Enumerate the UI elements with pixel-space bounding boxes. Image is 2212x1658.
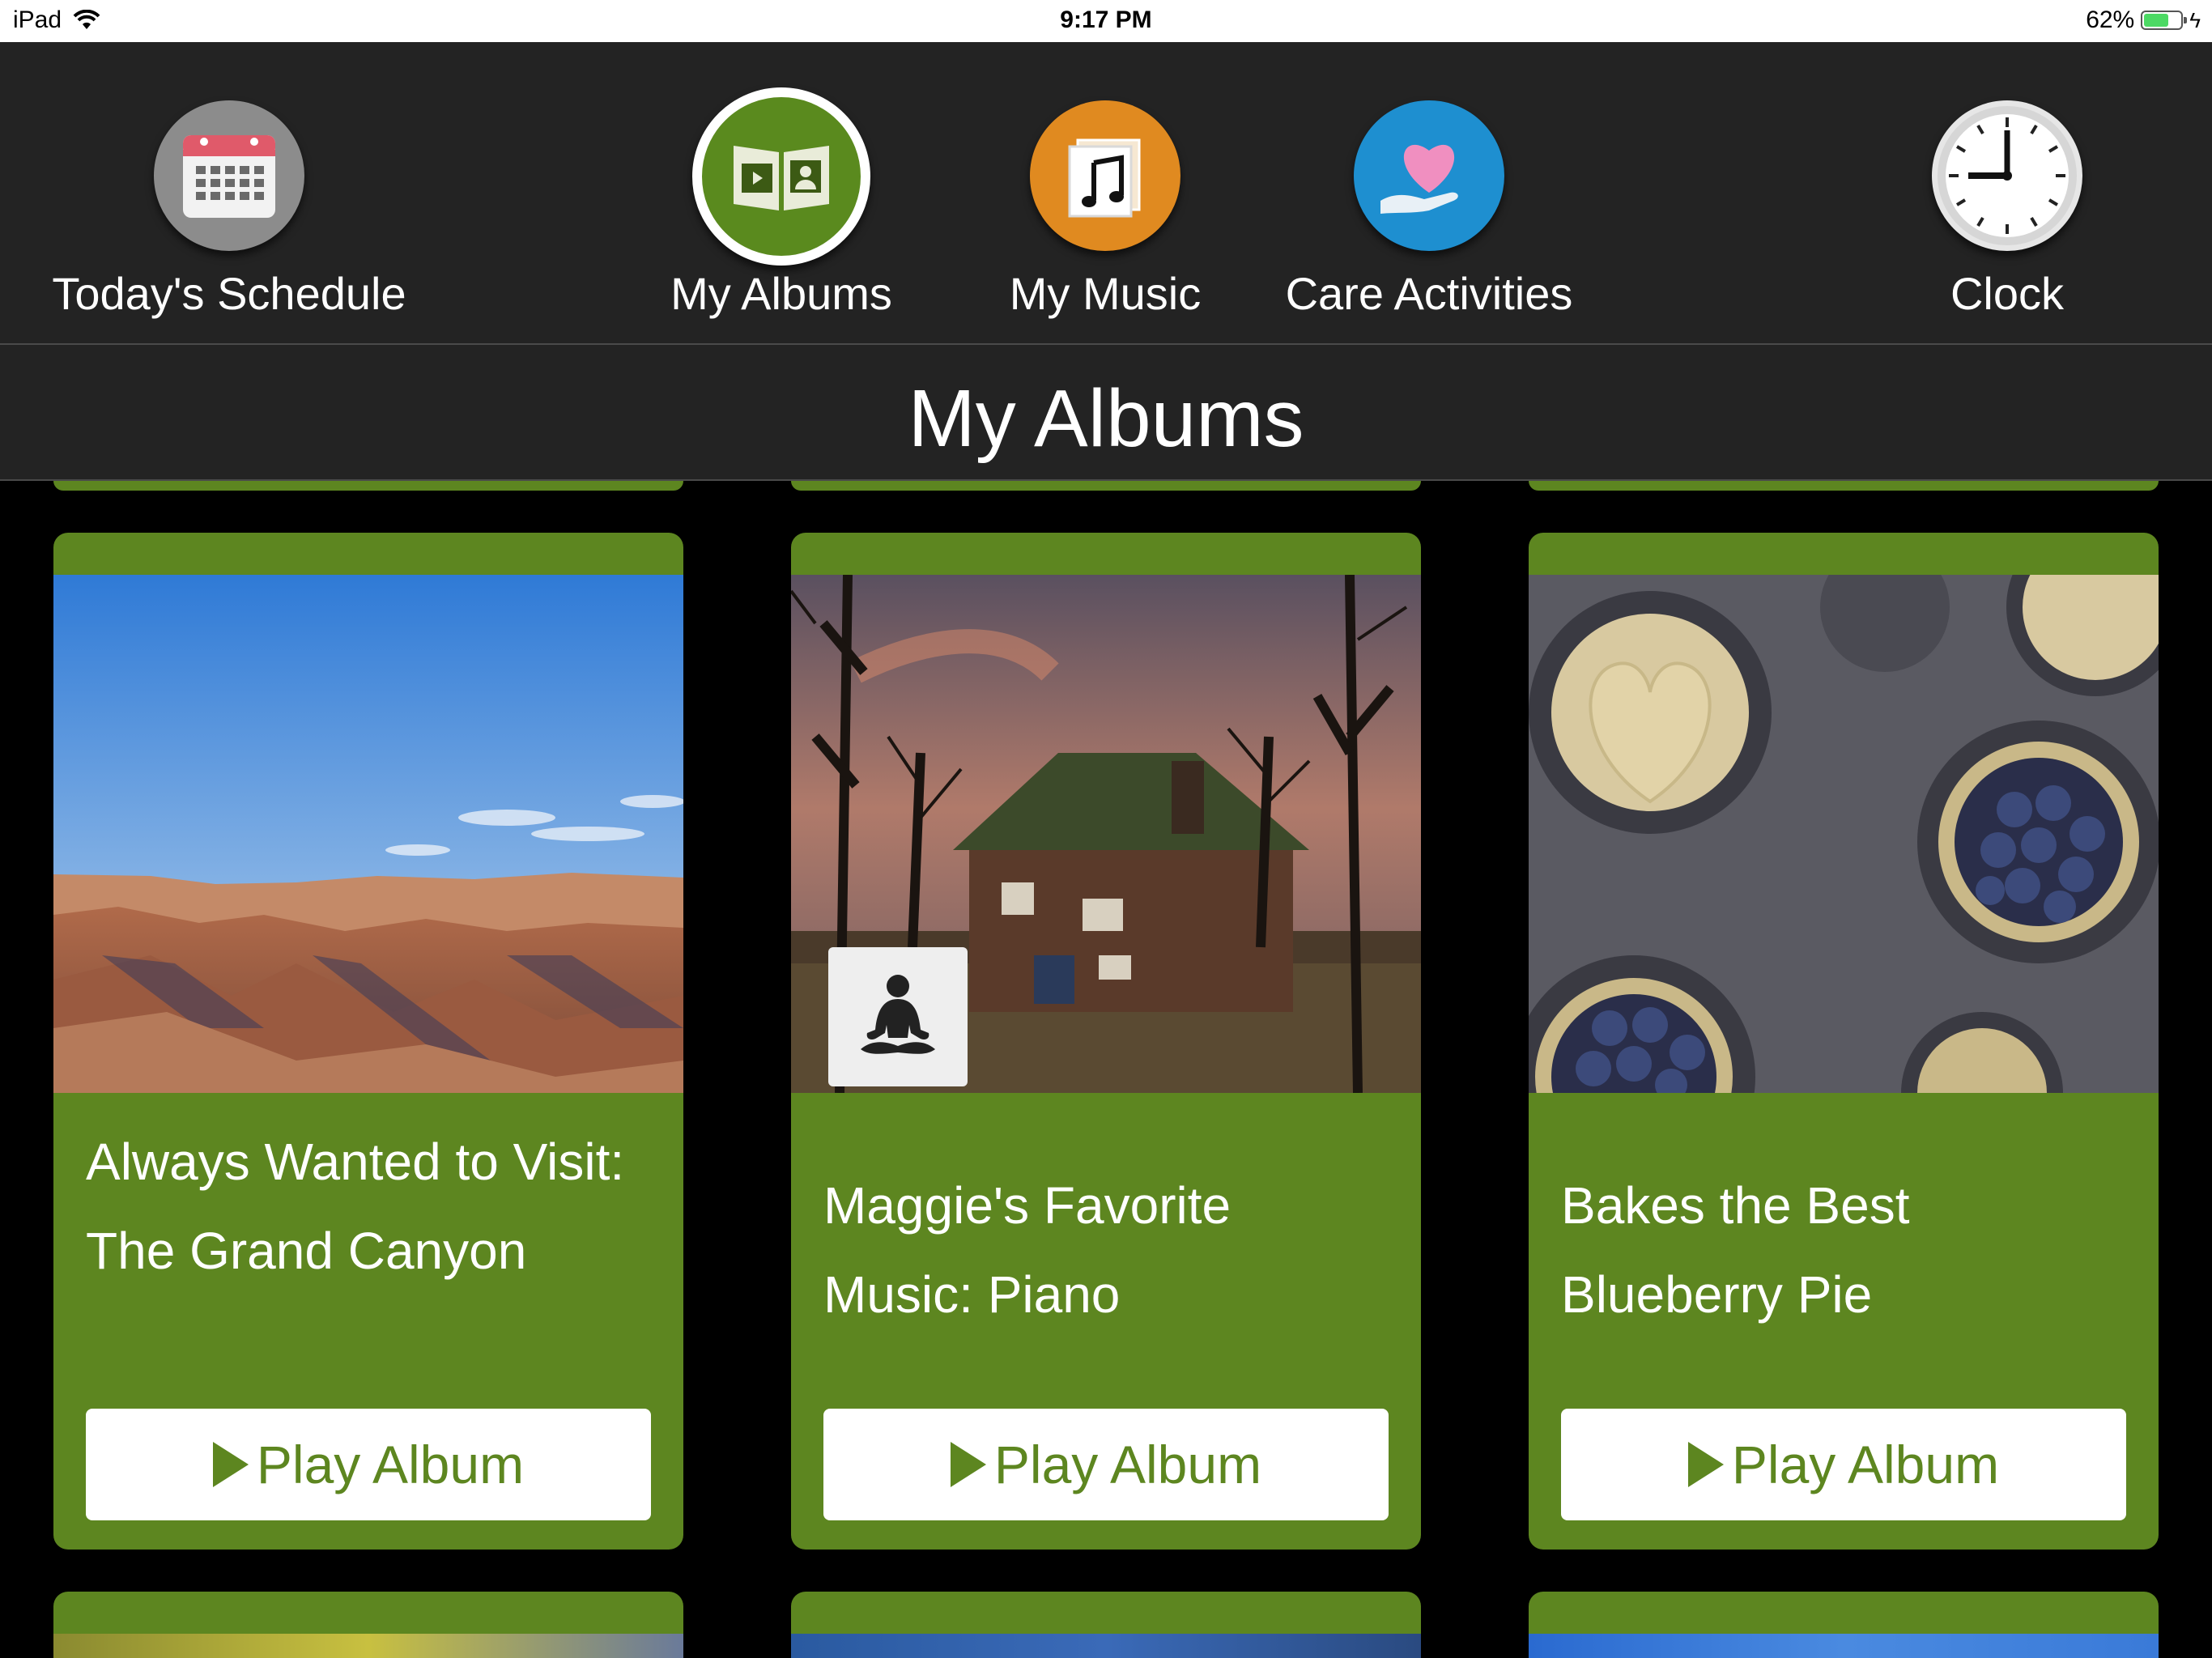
album-card-partial[interactable] (1529, 1592, 2159, 1658)
top-nav: Today's Schedule My Albums My Music Care… (0, 42, 2212, 345)
nav-label: Today's Schedule (52, 268, 406, 319)
heart-hand-icon (1354, 100, 1504, 251)
play-album-label: Play Album (1731, 1435, 2000, 1494)
album-card-partial[interactable] (791, 1592, 1421, 1658)
play-album-button[interactable]: Play Album (823, 1409, 1389, 1520)
calendar-icon (154, 100, 304, 251)
grand-canyon-photo (53, 575, 683, 1093)
nav-item-clock[interactable]: Clock (1817, 42, 2197, 345)
album-card[interactable]: Maggie's Favorite Music: Piano Play Albu… (791, 533, 1421, 1550)
play-icon (212, 1442, 249, 1487)
nav-item-care-activities[interactable]: Care Activities (1239, 42, 1619, 345)
play-album-label: Play Album (256, 1435, 525, 1494)
play-icon (950, 1442, 986, 1487)
photo-album-icon (692, 87, 870, 266)
clock-icon (1932, 100, 2082, 251)
nav-item-todays-schedule[interactable]: Today's Schedule (39, 42, 419, 345)
blueberry-pie-photo (1529, 575, 2159, 1093)
album-title: Always Wanted to Visit: The Grand Canyon (86, 1133, 625, 1280)
music-note-icon (1030, 100, 1180, 251)
album-card[interactable]: Bakes the Best Blueberry Pie Play Album (1529, 533, 2159, 1550)
charging-icon: ϟ (2189, 7, 2201, 32)
play-album-button[interactable]: Play Album (86, 1409, 651, 1520)
album-card[interactable]: Always Wanted to Visit: The Grand Canyon… (53, 533, 683, 1550)
play-album-button[interactable]: Play Album (1561, 1409, 2126, 1520)
play-album-label: Play Album (993, 1435, 1262, 1494)
album-title: Bakes the Best Blueberry Pie (1561, 1176, 1910, 1324)
album-title: Maggie's Favorite Music: Piano (823, 1176, 1231, 1324)
status-bar: iPad 9:17 PM 62% ϟ (0, 0, 2212, 42)
card-edge-top (1529, 481, 2159, 491)
play-icon (1687, 1442, 1724, 1487)
section-header: My Albums (0, 345, 2212, 481)
page-title: My Albums (908, 373, 1304, 464)
meditation-icon (828, 947, 968, 1086)
album-card-partial[interactable] (53, 1592, 683, 1658)
battery-percent: 62% (2086, 6, 2135, 33)
nav-label: Clock (1950, 268, 2065, 319)
nav-label: Care Activities (1285, 268, 1573, 319)
card-edge-top (791, 481, 1421, 491)
house-trees-photo (791, 575, 1421, 1093)
battery-icon (2141, 11, 2188, 30)
card-edge-top (53, 481, 683, 491)
status-time: 9:17 PM (1060, 6, 1152, 33)
